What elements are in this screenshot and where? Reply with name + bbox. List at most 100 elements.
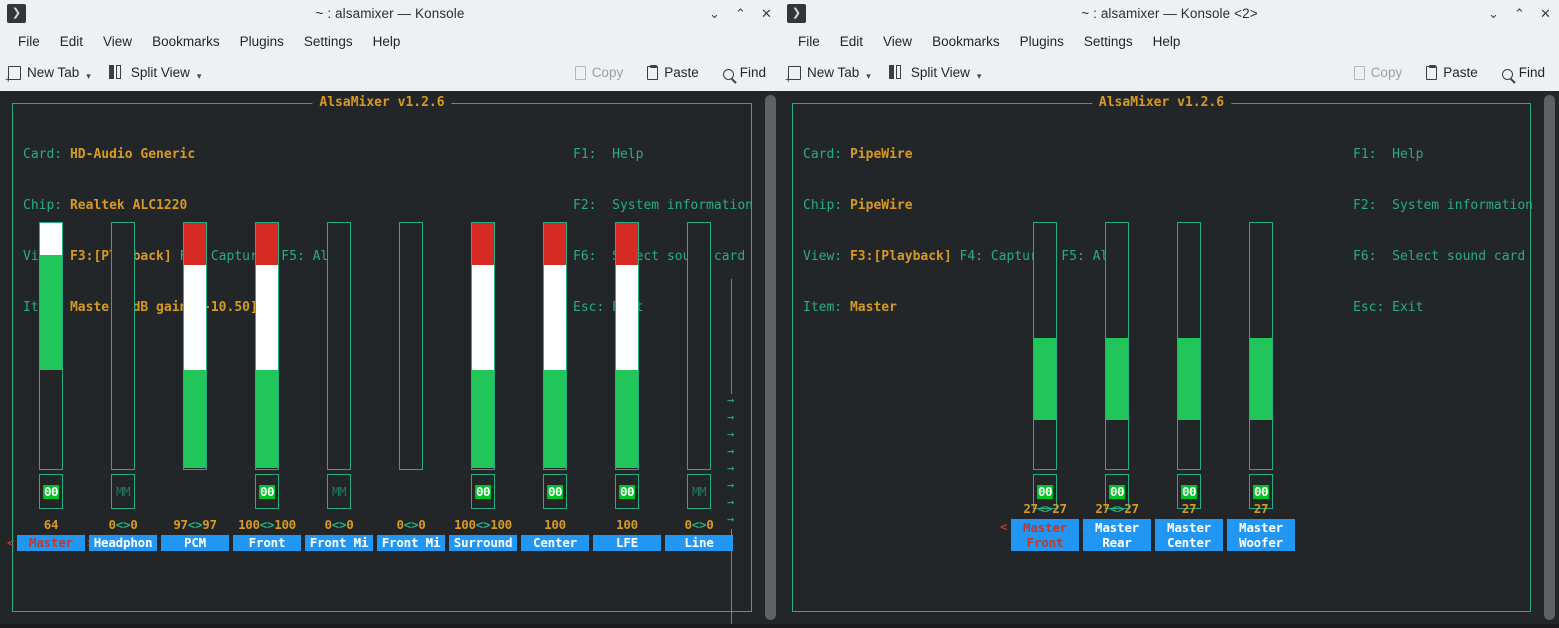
volume-fill-green — [544, 370, 566, 468]
menu-plugins[interactable]: Plugins — [1010, 31, 1074, 52]
key-sysinfo: F2: System information — [573, 197, 753, 214]
minimize-button[interactable]: ⌄ — [1486, 6, 1501, 21]
menu-bookmarks[interactable]: Bookmarks — [922, 31, 1010, 52]
copy-label: Copy — [1371, 66, 1403, 80]
minimize-button[interactable]: ⌄ — [707, 6, 722, 21]
view-selected[interactable]: F3:[Playback] — [850, 249, 952, 264]
menu-help[interactable]: Help — [1143, 31, 1191, 52]
scrollbar-thumb[interactable] — [765, 95, 776, 620]
copy-button[interactable]: Copy — [1352, 64, 1405, 82]
konsole-window-2: ❯ ~ : alsamixer — Konsole <2> ⌄ ⌃ ✕ File… — [780, 0, 1559, 628]
volume-bar[interactable] — [1033, 222, 1057, 470]
split-view-button[interactable]: Split View ▾ — [887, 63, 984, 83]
paste-button[interactable]: Paste — [1424, 64, 1480, 82]
new-tab-button[interactable]: New Tab ▾ — [786, 64, 873, 82]
paste-icon — [1426, 66, 1437, 80]
maximize-button[interactable]: ⌃ — [733, 6, 748, 21]
mute-indicator[interactable]: 00 — [543, 474, 567, 509]
mute-indicator[interactable]: MM — [327, 474, 351, 509]
titlebar[interactable]: ❯ ~ : alsamixer — Konsole <2> ⌄ ⌃ ✕ — [780, 0, 1559, 27]
volume-bar[interactable] — [327, 222, 351, 470]
chevron-down-icon[interactable]: ▾ — [197, 71, 202, 82]
channel-label-center[interactable]: Center — [521, 535, 589, 551]
toolbar: New Tab ▾ Split View ▾ Copy Paste — [780, 55, 1559, 91]
volume-value: 27 — [1216, 501, 1306, 516]
paste-button[interactable]: Paste — [645, 64, 701, 82]
volume-bar[interactable] — [183, 222, 207, 470]
menu-settings[interactable]: Settings — [294, 31, 363, 52]
terminal-scrollbar-2[interactable] — [1544, 95, 1555, 620]
channel-label-front-mic[interactable]: Front Mi — [305, 535, 373, 551]
terminal-scrollbar-1[interactable] — [765, 95, 776, 620]
chevron-down-icon[interactable]: ▾ — [977, 71, 982, 82]
volume-bar[interactable] — [1177, 222, 1201, 470]
key-card: F6: Select sound card — [1353, 248, 1533, 265]
volume-bar[interactable] — [543, 222, 567, 470]
mute-indicator[interactable]: 00 — [615, 474, 639, 509]
mute-indicator[interactable]: MM — [111, 474, 135, 509]
titlebar[interactable]: ❯ ~ : alsamixer — Konsole ⌄ ⌃ ✕ — [0, 0, 780, 27]
volume-bar[interactable] — [615, 222, 639, 470]
split-view-button[interactable]: Split View ▾ — [107, 63, 204, 83]
prev-channel-marker[interactable]: < — [7, 535, 15, 550]
mute-indicator[interactable]: 00 — [39, 474, 63, 509]
menu-help[interactable]: Help — [363, 31, 411, 52]
prev-channel-marker[interactable]: < — [1000, 519, 1008, 534]
more-channels-indicator: →→→→→→→→ — [727, 392, 734, 528]
menu-file[interactable]: File — [788, 31, 830, 52]
mute-state-label: 00 — [1109, 485, 1125, 499]
view-label: View: — [803, 249, 842, 264]
channel-label-front-mic-boost[interactable]: Front Mi — [377, 535, 445, 551]
menu-settings[interactable]: Settings — [1074, 31, 1143, 52]
volume-bar[interactable] — [1249, 222, 1273, 470]
chip-value: Realtek ALC1220 — [70, 198, 187, 213]
mute-state-label: 00 — [259, 485, 275, 499]
volume-bar[interactable] — [399, 222, 423, 470]
copy-button[interactable]: Copy — [573, 64, 626, 82]
find-button[interactable]: Find — [721, 64, 768, 82]
menu-file[interactable]: File — [8, 31, 50, 52]
split-view-icon — [109, 65, 125, 81]
channel-label-pcm[interactable]: PCM — [161, 535, 229, 551]
chevron-down-icon[interactable]: ▾ — [86, 71, 91, 82]
card-value: HD-Audio Generic — [70, 147, 195, 162]
terminal-view-2[interactable]: AlsaMixer v1.2.6 Card: PipeWire Chip: Pi… — [780, 91, 1559, 628]
volume-bar[interactable] — [687, 222, 711, 470]
volume-bar[interactable] — [111, 222, 135, 470]
channel-label-master-rear[interactable]: Master Rear — [1083, 519, 1151, 551]
mute-indicator[interactable]: MM — [687, 474, 711, 509]
menu-edit[interactable]: Edit — [830, 31, 873, 52]
find-button[interactable]: Find — [1500, 64, 1547, 82]
toolbar: New Tab ▾ Split View ▾ Copy Paste — [0, 55, 780, 91]
menu-edit[interactable]: Edit — [50, 31, 93, 52]
copy-icon — [575, 66, 586, 80]
menu-bookmarks[interactable]: Bookmarks — [142, 31, 230, 52]
volume-bar[interactable] — [471, 222, 495, 470]
volume-bar[interactable] — [1105, 222, 1129, 470]
mute-indicator[interactable]: 00 — [471, 474, 495, 509]
terminal-view-1[interactable]: AlsaMixer v1.2.6 Card: HD-Audio Generic … — [0, 91, 780, 628]
channel-label-front[interactable]: Front — [233, 535, 301, 551]
menu-view[interactable]: View — [93, 31, 142, 52]
channel-label-lfe[interactable]: LFE — [593, 535, 661, 551]
maximize-button[interactable]: ⌃ — [1512, 6, 1527, 21]
scrollbar-thumb[interactable] — [1544, 95, 1555, 620]
channel-label-line[interactable]: Line — [665, 535, 733, 551]
volume-bar[interactable] — [255, 222, 279, 470]
menu-view[interactable]: View — [873, 31, 922, 52]
mute-indicator[interactable]: 00 — [255, 474, 279, 509]
menu-plugins[interactable]: Plugins — [230, 31, 294, 52]
mute-state-label: 00 — [475, 485, 491, 499]
channel-label-master-woofer[interactable]: Master Woofer — [1227, 519, 1295, 551]
channel-label-master[interactable]: Master — [17, 535, 85, 551]
channel-label-headphone[interactable]: Headphon — [89, 535, 157, 551]
channel-label-master-center[interactable]: Master Center — [1155, 519, 1223, 551]
channel-label-master-front[interactable]: Master Front — [1011, 519, 1079, 551]
close-button[interactable]: ✕ — [1538, 6, 1553, 21]
volume-bar[interactable] — [39, 222, 63, 470]
channel-label-surround[interactable]: Surround — [449, 535, 517, 551]
close-button[interactable]: ✕ — [759, 6, 774, 21]
card-label: Card: — [23, 147, 62, 162]
chevron-down-icon[interactable]: ▾ — [866, 71, 871, 82]
new-tab-button[interactable]: New Tab ▾ — [6, 64, 93, 82]
